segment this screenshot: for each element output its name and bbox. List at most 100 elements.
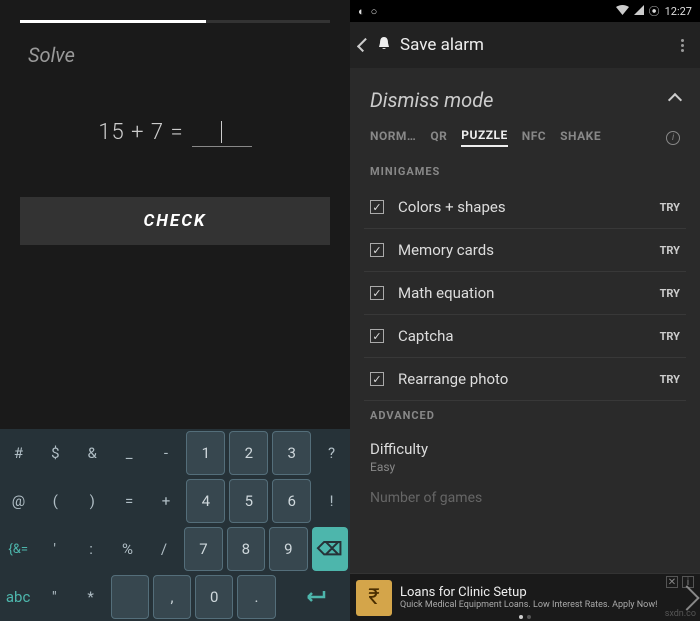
checkbox-icon[interactable] [370,329,384,343]
key-3[interactable]: 3 [272,431,311,475]
key-2[interactable]: 2 [229,431,268,475]
chevron-up-icon [668,93,682,107]
content-area: Dismiss mode NORM… QR PUZZLE NFC SHAKE i… [350,68,700,573]
tab-normal[interactable]: NORM… [370,129,416,146]
key-equals[interactable]: = [111,477,148,525]
answer-input[interactable] [192,117,252,147]
check-button[interactable]: CHECK [20,197,330,245]
difficulty-title: Difficulty [370,440,680,458]
key-star[interactable]: * [72,573,108,621]
ad-pager [519,615,531,619]
section-title: Dismiss mode [370,88,493,112]
ad-banner[interactable]: ₹ Loans for Clinic Setup Quick Medical E… [350,573,700,621]
key-backspace[interactable]: ⌫ [312,527,348,571]
minigame-label: Math equation [398,284,494,302]
key-4[interactable]: 4 [186,479,225,523]
overflow-menu-icon[interactable] [675,33,690,58]
key-underscore[interactable]: _ [111,429,148,477]
key-blank[interactable] [111,575,149,619]
key-quote[interactable]: " [36,573,72,621]
ad-arrow-icon[interactable] [674,585,699,610]
equation-text: 15 + 7 = [98,120,183,145]
minigame-label: Captcha [398,327,454,345]
key-lparen[interactable]: ( [37,477,74,525]
back-icon[interactable] [357,38,371,52]
ad-close-icon[interactable]: ✕ [666,576,678,588]
try-button[interactable]: TRY [660,244,680,257]
key-percent[interactable]: % [109,525,145,573]
solve-title: Solve [28,43,322,67]
watermark: sxdn.co [665,609,696,619]
key-dollar[interactable]: $ [37,429,74,477]
solve-screen: Solve 15 + 7 = CHECK # $ & _ - 1 2 3 ? @… [0,0,350,621]
key-colon[interactable]: : [73,525,109,573]
settings-status-icon: ⦿ [649,3,660,19]
minigame-row-rearrange[interactable]: Rearrange photo TRY [364,358,686,401]
text-cursor [221,121,222,143]
wifi-icon [616,5,629,18]
minigame-label: Colors + shapes [398,198,506,216]
checkbox-icon[interactable] [370,372,384,386]
try-button[interactable]: TRY [660,287,680,300]
ad-app-icon: ₹ [356,580,392,616]
podcast-icon: ◐ [358,5,365,18]
signal-icon [634,5,644,18]
pager-dot [527,615,531,619]
minigame-label: Memory cards [398,241,494,259]
try-button[interactable]: TRY [660,201,680,214]
info-icon[interactable]: i [666,131,680,145]
key-7[interactable]: 7 [184,527,222,571]
tab-nfc[interactable]: NFC [522,129,546,146]
alarm-settings-screen: ◐ ○ ⦿ 12:27 Save alarm Dismiss mode [350,0,700,621]
status-bar: ◐ ○ ⦿ 12:27 [350,0,700,22]
key-6[interactable]: 6 [272,479,311,523]
advanced-label: ADVANCED [364,401,686,430]
key-5[interactable]: 5 [229,479,268,523]
tab-shake[interactable]: SHAKE [560,129,601,146]
key-hash[interactable]: # [0,429,37,477]
key-comma[interactable]: , [153,575,191,619]
key-symbols[interactable]: {&= [0,525,36,573]
difficulty-row[interactable]: Difficulty Easy [364,430,686,484]
checkbox-icon[interactable] [370,286,384,300]
minigame-row-math[interactable]: Math equation TRY [364,272,686,315]
keyboard: # $ & _ - 1 2 3 ? @ ( ) = + 4 5 6 ! {&= … [0,429,350,621]
tab-puzzle[interactable]: PUZZLE [461,128,507,147]
key-amp[interactable]: & [74,429,111,477]
status-time: 12:27 [665,5,692,18]
ad-subtitle: Quick Medical Equipment Loans. Low Inter… [400,600,657,610]
minigame-label: Rearrange photo [398,370,508,388]
number-of-games-row[interactable]: Number of games [364,484,686,512]
minigame-row-colors[interactable]: Colors + shapes TRY [364,186,686,229]
key-apostrophe[interactable]: ' [36,525,72,573]
equation-row: 15 + 7 = [0,117,350,147]
key-9[interactable]: 9 [269,527,307,571]
key-question[interactable]: ? [313,429,350,477]
circle-icon: ○ [371,5,378,18]
checkbox-icon[interactable] [370,243,384,257]
dismiss-mode-header[interactable]: Dismiss mode [364,76,686,124]
try-button[interactable]: TRY [660,330,680,343]
key-abc[interactable]: abc [0,573,36,621]
key-rparen[interactable]: ) [74,477,111,525]
key-exclaim[interactable]: ! [313,477,350,525]
minigame-row-memory[interactable]: Memory cards TRY [364,229,686,272]
key-period[interactable]: . [237,575,275,619]
key-slash[interactable]: / [146,525,182,573]
key-plus[interactable]: + [148,477,185,525]
enter-icon [302,589,326,605]
key-minus[interactable]: - [148,429,185,477]
key-1[interactable]: 1 [186,431,225,475]
key-8[interactable]: 8 [227,527,265,571]
difficulty-value: Easy [370,460,680,474]
key-enter[interactable] [278,573,350,621]
minigame-row-captcha[interactable]: Captcha TRY [364,315,686,358]
key-at[interactable]: @ [0,477,37,525]
pager-dot [519,615,523,619]
checkbox-icon[interactable] [370,200,384,214]
try-button[interactable]: TRY [660,373,680,386]
tab-qr[interactable]: QR [430,129,447,146]
bell-icon [376,35,392,56]
toolbar-title: Save alarm [400,35,484,55]
key-0[interactable]: 0 [195,575,233,619]
